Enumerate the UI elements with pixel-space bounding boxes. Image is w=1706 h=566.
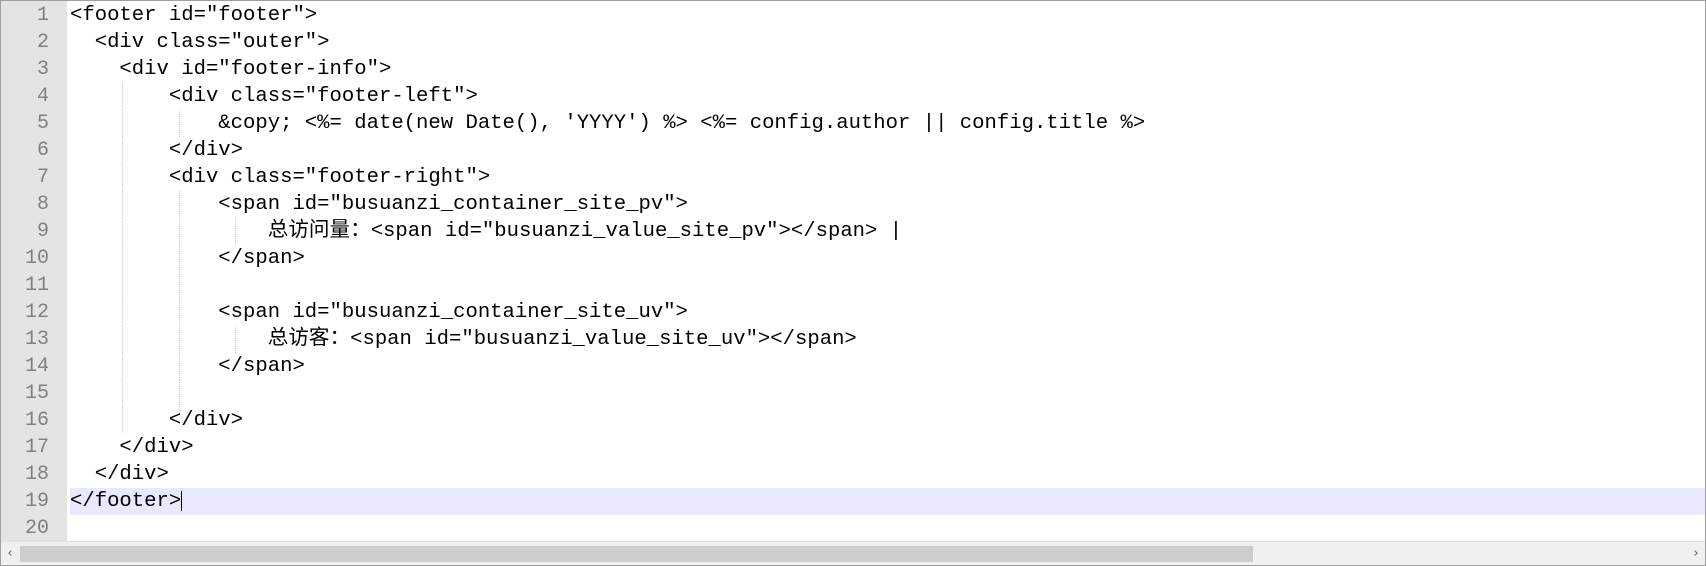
line-number: 12 (24, 301, 49, 324)
line-text[interactable]: 总访客：<span id="busuanzi_value_site_uv"></… (70, 326, 1705, 353)
code-line-current[interactable]: 19 </footer> (1, 488, 1705, 515)
code-line[interactable]: 1 <footer id="footer"> (1, 2, 1705, 29)
line-number: 18 (24, 463, 49, 486)
code-line[interactable]: 16 </div> (1, 407, 1705, 434)
code-line[interactable]: 14 </span> (1, 353, 1705, 380)
scrollbar-thumb[interactable] (20, 546, 1253, 562)
line-text[interactable]: </span> (70, 245, 1705, 272)
indent-guide (122, 110, 123, 137)
indent-guide (179, 110, 180, 137)
line-text[interactable] (70, 515, 1705, 542)
code-line[interactable]: 6 </div> (1, 137, 1705, 164)
line-number: 2 (36, 31, 49, 54)
indent-guide (122, 407, 123, 434)
code-line[interactable]: 12 <span id="busuanzi_container_site_uv"… (1, 299, 1705, 326)
indent-guide (122, 218, 123, 245)
line-number: 15 (24, 382, 49, 405)
line-text[interactable]: 总访问量：<span id="busuanzi_value_site_pv"><… (70, 218, 1705, 245)
line-text[interactable]: </div> (70, 461, 1705, 488)
line-number: 1 (36, 4, 49, 27)
indent-guide (179, 380, 180, 407)
code-line[interactable]: 15 (1, 380, 1705, 407)
line-text[interactable]: <div class="outer"> (70, 29, 1705, 56)
line-number: 14 (24, 355, 49, 378)
indent-guide (122, 380, 123, 407)
indent-guide (122, 83, 123, 110)
line-number: 7 (36, 166, 49, 189)
indent-guide (179, 326, 180, 353)
line-number: 19 (24, 490, 49, 513)
indent-guide (122, 299, 123, 326)
code-line[interactable]: 9 总访问量：<span id="busuanzi_value_site_pv"… (1, 218, 1705, 245)
line-number: 5 (36, 112, 49, 135)
line-text[interactable] (70, 380, 1705, 407)
indent-guide (179, 191, 180, 218)
line-text[interactable]: </div> (70, 407, 1705, 434)
code-line[interactable]: 5 &copy; <%= date(new Date(), 'YYYY') %>… (1, 110, 1705, 137)
line-text[interactable] (70, 272, 1705, 299)
line-text: </footer> (70, 490, 182, 513)
line-text[interactable]: <span id="busuanzi_container_site_uv"> (70, 299, 1705, 326)
line-text[interactable]: <div class="footer-left"> (70, 83, 1705, 110)
line-text[interactable]: <footer id="footer"> (70, 2, 1705, 29)
indent-guide (179, 299, 180, 326)
line-number: 3 (36, 58, 49, 81)
code-line[interactable]: 4 <div class="footer-left"> (1, 83, 1705, 110)
indent-guide (122, 272, 123, 299)
line-number: 11 (24, 274, 49, 297)
code-line[interactable]: 2 <div class="outer"> (1, 29, 1705, 56)
line-number: 17 (24, 436, 49, 459)
line-number: 4 (36, 85, 49, 108)
line-text[interactable]: <span id="busuanzi_container_site_pv"> (70, 191, 1705, 218)
code-line[interactable]: 13 总访客：<span id="busuanzi_value_site_uv"… (1, 326, 1705, 353)
code-editor[interactable]: 1 <footer id="footer"> 2 <div class="out… (0, 0, 1706, 566)
line-number: 10 (24, 247, 49, 270)
line-number: 8 (36, 193, 49, 216)
code-line[interactable]: 17 </div> (1, 434, 1705, 461)
indent-guide (122, 353, 123, 380)
line-number: 16 (24, 409, 49, 432)
line-number: 20 (24, 517, 49, 540)
indent-guide (179, 272, 180, 299)
line-number: 6 (36, 139, 49, 162)
line-text[interactable]: </div> (70, 137, 1705, 164)
text-caret (181, 490, 183, 511)
line-text-current[interactable]: </footer> (70, 488, 1705, 515)
indent-guide (179, 245, 180, 272)
indent-guide (179, 218, 180, 245)
indent-guide (122, 245, 123, 272)
line-text[interactable]: </span> (70, 353, 1705, 380)
line-text[interactable]: </div> (70, 434, 1705, 461)
code-line[interactable]: 20 (1, 515, 1705, 542)
code-line[interactable]: 3 <div id="footer-info"> (1, 56, 1705, 83)
code-line[interactable]: 10 </span> (1, 245, 1705, 272)
indent-guide (122, 326, 123, 353)
code-line[interactable]: 7 <div class="footer-right"> (1, 164, 1705, 191)
line-text[interactable]: <div class="footer-right"> (70, 164, 1705, 191)
scroll-left-arrow-icon[interactable]: ‹ (1, 542, 19, 565)
indent-guide (235, 218, 236, 245)
line-text[interactable]: &copy; <%= date(new Date(), 'YYYY') %> <… (70, 110, 1705, 137)
indent-guide (235, 326, 236, 353)
indent-guide (122, 137, 123, 164)
line-number: 13 (24, 328, 49, 351)
line-text[interactable]: <div id="footer-info"> (70, 56, 1705, 83)
indent-guide (122, 164, 123, 191)
scroll-right-arrow-icon[interactable]: › (1687, 542, 1705, 565)
code-line[interactable]: 11 (1, 272, 1705, 299)
line-number: 9 (36, 220, 49, 243)
indent-guide (122, 191, 123, 218)
code-area[interactable]: 1 <footer id="footer"> 2 <div class="out… (1, 2, 1705, 540)
code-line[interactable]: 18 </div> (1, 461, 1705, 488)
horizontal-scrollbar[interactable]: ‹ › (1, 541, 1705, 565)
code-line[interactable]: 8 <span id="busuanzi_container_site_pv"> (1, 191, 1705, 218)
indent-guide (179, 353, 180, 380)
